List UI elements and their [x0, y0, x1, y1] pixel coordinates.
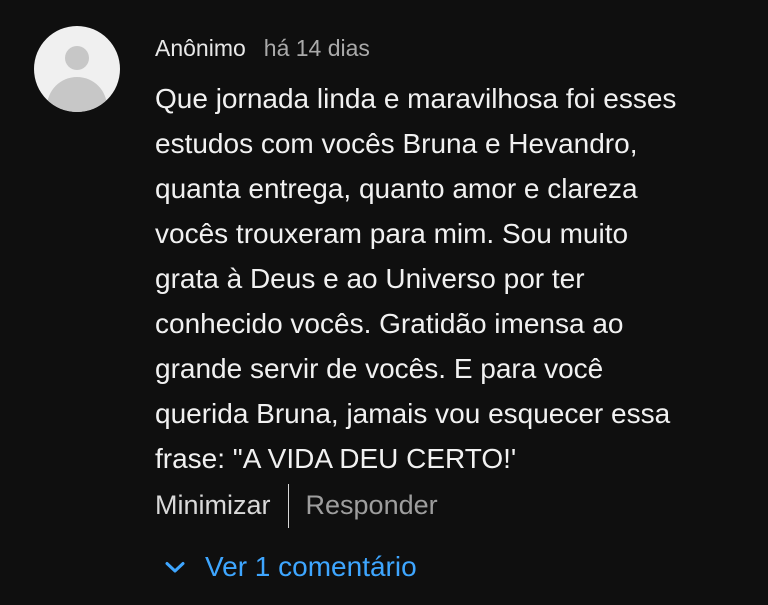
comment-meta: Anônimo há 14 dias	[155, 30, 745, 66]
comment-author[interactable]: Anônimo	[155, 30, 246, 66]
minimize-button[interactable]: Minimizar	[155, 490, 271, 521]
avatar-person-icon	[65, 46, 89, 70]
action-divider	[287, 483, 289, 528]
comment-content: Anônimo há 14 dias Que jornada linda e m…	[155, 30, 745, 481]
chevron-down-icon	[163, 555, 187, 579]
view-replies-button[interactable]: Ver 1 comentário	[163, 547, 417, 587]
comment-time: há 14 dias	[263, 35, 370, 61]
comment-thread: Anônimo há 14 dias Que jornada linda e m…	[0, 0, 768, 605]
avatar-person-icon-body	[47, 77, 107, 112]
avatar[interactable]	[34, 26, 120, 112]
view-replies-label: Ver 1 comentário	[205, 551, 417, 582]
comment-actions: Minimizar Responder	[155, 483, 438, 528]
reply-button[interactable]: Responder	[306, 490, 438, 521]
comment-text: Que jornada linda e maravilhosa foi esse…	[155, 83, 677, 474]
